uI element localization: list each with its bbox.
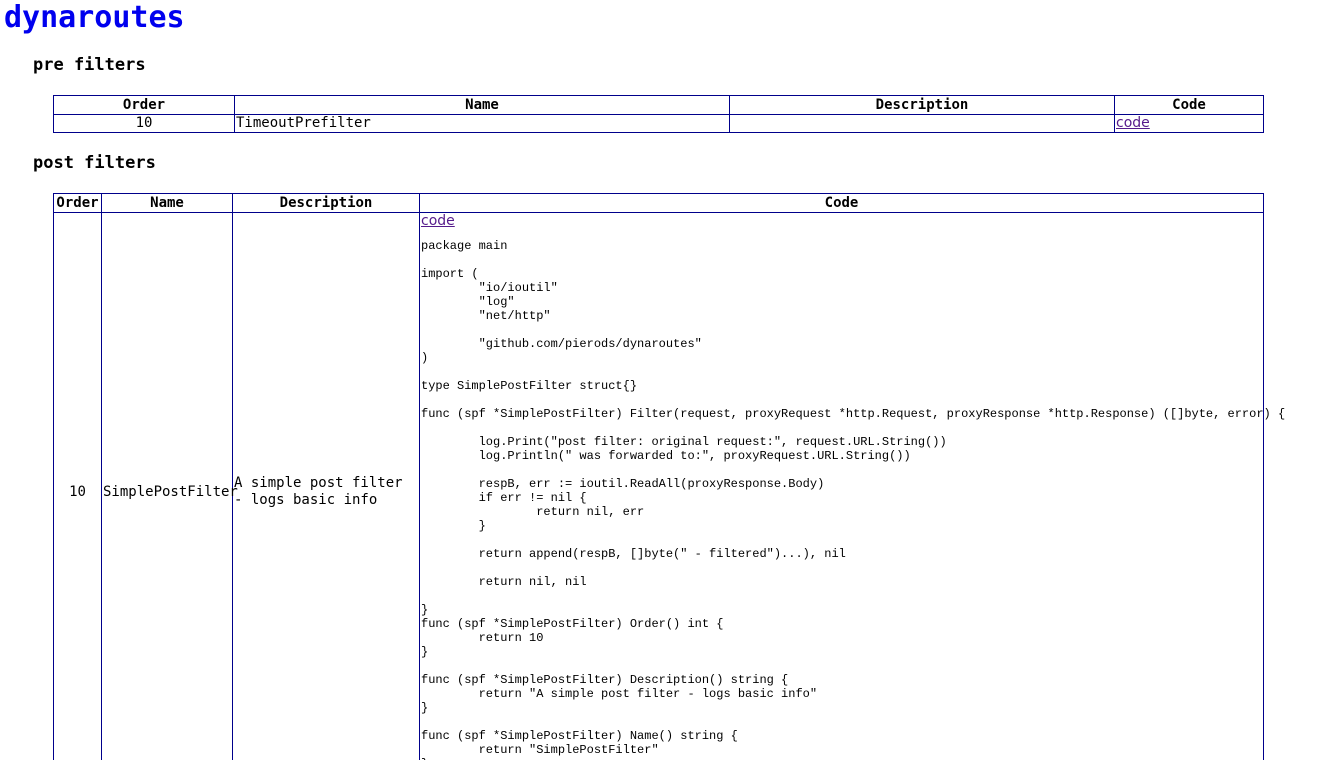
name-cell: TimeoutPrefilter — [234, 114, 730, 133]
page: dynaroutes pre filters Order Name Descri… — [0, 0, 1322, 760]
description-cell: A simple post filter - logs basic info — [232, 212, 420, 760]
table-header-row: Order Name Description Code — [53, 95, 1264, 115]
post-filters-heading: post filters — [33, 153, 156, 173]
order-column-header: Order — [53, 193, 102, 213]
order-cell: 10 — [53, 212, 102, 760]
name-column-header: Name — [101, 193, 233, 213]
code-column-header: Code — [1114, 95, 1264, 115]
table-header-row: Order Name Description Code — [53, 193, 1264, 213]
table-row: 10 TimeoutPrefilter code — [53, 114, 1264, 133]
code-column-header: Code — [419, 193, 1264, 213]
code-link[interactable]: code — [1116, 115, 1150, 131]
description-column-header: Description — [729, 95, 1115, 115]
name-cell: SimplePostFilter — [101, 212, 238, 760]
post-filters-table: Order Name Description Code 10 SimplePos… — [53, 193, 1286, 760]
order-column-header: Order — [53, 95, 235, 115]
source-code-block: package main import ( "io/ioutil" "log" … — [421, 239, 1286, 760]
name-column-header: Name — [234, 95, 730, 115]
code-cell: code — [1114, 114, 1264, 133]
description-cell — [729, 114, 1115, 133]
description-column-header: Description — [232, 193, 420, 213]
page-title: dynaroutes — [4, 0, 185, 35]
code-cell: code package main import ( "io/ioutil" "… — [419, 212, 1286, 760]
code-link[interactable]: code — [421, 213, 455, 229]
table-row: 10 SimplePostFilter A simple post filter… — [53, 212, 1286, 760]
pre-filters-heading: pre filters — [33, 55, 146, 75]
pre-filters-table: Order Name Description Code 10 TimeoutPr… — [53, 95, 1264, 133]
order-cell: 10 — [53, 114, 235, 133]
